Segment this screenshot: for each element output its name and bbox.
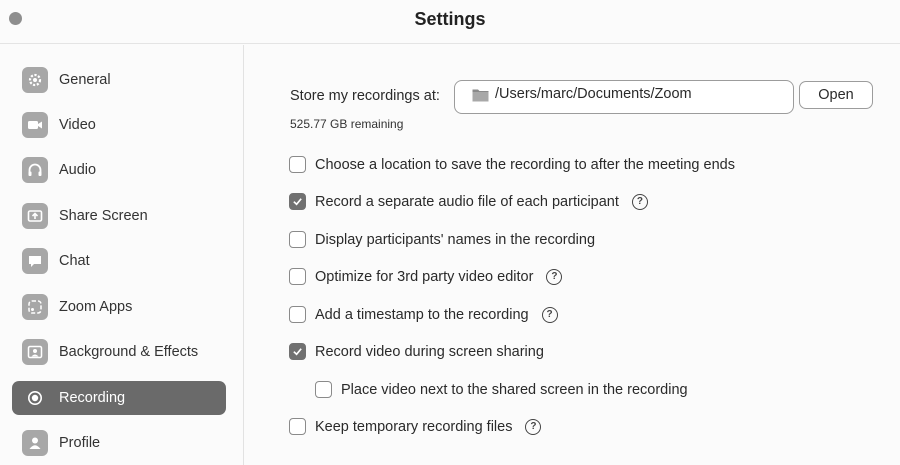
checkbox[interactable] — [289, 193, 306, 210]
option-add-timestamp: Add a timestamp to the recording ? — [289, 306, 558, 323]
option-separate-audio: Record a separate audio file of each par… — [289, 193, 648, 210]
option-label: Place video next to the shared screen in… — [341, 381, 688, 398]
storage-remaining: 525.77 GB remaining — [290, 117, 404, 131]
checkbox[interactable] — [289, 343, 306, 360]
person-icon — [22, 430, 48, 456]
sidebar-item-label: General — [59, 72, 111, 88]
chat-bubble-icon — [22, 248, 48, 274]
recording-path-text: /Users/marc/Documents/Zoom — [495, 86, 692, 102]
open-folder-button[interactable]: Open — [799, 81, 873, 109]
sidebar-item-label: Profile — [59, 435, 101, 451]
sidebar-item-label: Background & Effects — [59, 344, 199, 360]
sidebar-item-label: Share Screen — [59, 208, 148, 224]
option-label: Display participants' names in the recor… — [315, 231, 596, 248]
folder-icon — [472, 89, 489, 102]
checkbox[interactable] — [289, 268, 306, 285]
checkbox[interactable] — [289, 156, 306, 173]
record-icon — [22, 385, 48, 411]
sidebar-item-label: Chat — [59, 253, 90, 269]
option-record-screen-sharing: Record video during screen sharing — [289, 343, 544, 360]
sidebar-item-zoom-apps[interactable]: Zoom Apps — [12, 290, 226, 324]
option-optimize-editor: Optimize for 3rd party video editor ? — [289, 268, 563, 285]
help-icon[interactable]: ? — [631, 193, 648, 210]
title-bar: Settings — [0, 0, 900, 44]
window-title: Settings — [414, 9, 486, 29]
checkbox[interactable] — [289, 231, 306, 248]
sidebar-item-share-screen[interactable]: Share Screen — [12, 199, 226, 233]
help-icon[interactable]: ? — [525, 418, 542, 435]
sidebar-item-label: Recording — [59, 390, 126, 406]
share-screen-icon — [22, 203, 48, 229]
settings-sidebar: General Video Audio Share Screen Chat Zo… — [0, 45, 244, 465]
help-icon[interactable]: ? — [541, 306, 558, 323]
help-icon[interactable]: ? — [546, 268, 563, 285]
option-label: Record a separate audio file of each par… — [315, 193, 619, 210]
option-label: Record video during screen sharing — [315, 343, 544, 360]
headphones-icon — [22, 157, 48, 183]
option-label: Keep temporary recording files — [315, 418, 513, 435]
sidebar-item-background-effects[interactable]: Background & Effects — [12, 335, 226, 369]
checkbox[interactable] — [289, 418, 306, 435]
sidebar-item-profile[interactable]: Profile — [12, 426, 226, 460]
sidebar-item-audio[interactable]: Audio — [12, 153, 226, 187]
option-keep-temp-files: Keep temporary recording files ? — [289, 418, 542, 435]
sidebar-item-label: Zoom Apps — [59, 299, 133, 315]
sidebar-item-label: Video — [59, 117, 96, 133]
gear-icon — [22, 67, 48, 93]
option-display-names: Display participants' names in the recor… — [289, 231, 595, 248]
sidebar-item-chat[interactable]: Chat — [12, 244, 226, 278]
sidebar-item-recording[interactable]: Recording — [12, 381, 226, 415]
option-label: Add a timestamp to the recording — [315, 306, 529, 323]
checkbox[interactable] — [315, 381, 332, 398]
option-label: Optimize for 3rd party video editor — [315, 268, 534, 285]
person-frame-icon — [22, 339, 48, 365]
option-place-video-next: Place video next to the shared screen in… — [315, 381, 688, 398]
recording-path-field[interactable]: /Users/marc/Documents/Zoom — [454, 80, 794, 114]
sidebar-item-video[interactable]: Video — [12, 108, 226, 142]
sidebar-item-label: Audio — [59, 162, 97, 178]
checkbox[interactable] — [289, 306, 306, 323]
option-choose-location: Choose a location to save the recording … — [289, 156, 735, 173]
sidebar-item-general[interactable]: General — [12, 63, 226, 97]
option-label: Choose a location to save the recording … — [315, 156, 735, 173]
video-camera-icon — [22, 112, 48, 138]
recording-settings-panel: Store my recordings at: /Users/marc/Docu… — [245, 45, 900, 465]
store-recordings-label: Store my recordings at: — [290, 88, 440, 104]
apps-icon — [22, 294, 48, 320]
